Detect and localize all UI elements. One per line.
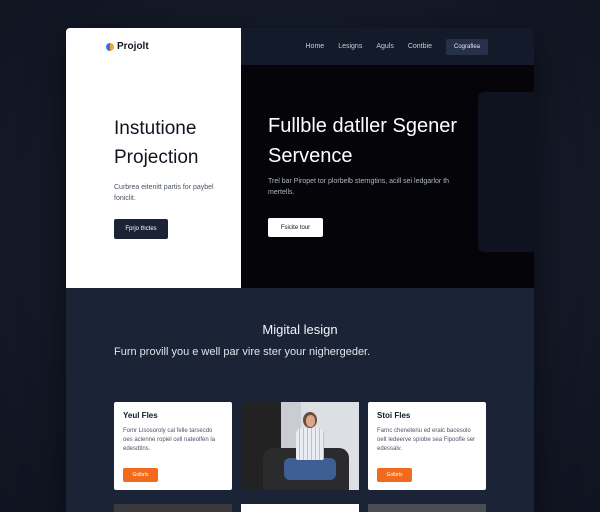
feature-card: Yeul Fles Fomr Lisosoroly cal felle tars… bbox=[114, 402, 232, 490]
next-row-image bbox=[114, 504, 232, 512]
card-button[interactable]: Golbrts bbox=[377, 468, 412, 482]
hero-right-title: Fullble datller Sgener Servence bbox=[268, 115, 457, 167]
hero-left-panel: Projolt Instutione Projection Curbrea ei… bbox=[66, 28, 241, 288]
logo-icon bbox=[106, 42, 114, 51]
section-title: Migital lesign bbox=[262, 322, 338, 337]
card-button[interactable]: Golbrts bbox=[123, 468, 158, 482]
card-text: Farnc cheneteriu ed eralc bacesolo oelt … bbox=[377, 428, 476, 452]
brand-name: Projolt bbox=[117, 41, 149, 52]
top-nav: Home Lesigns Aguls Contbie Cograflea bbox=[241, 28, 534, 65]
card-title: Stoi Fles bbox=[377, 411, 411, 420]
nav-link-designs[interactable]: Lesigns bbox=[338, 43, 362, 50]
nav-cta-button[interactable]: Cograflea bbox=[445, 38, 488, 55]
card-title: Yeul Fles bbox=[123, 411, 158, 420]
hero-left-title: Instutione Projection bbox=[114, 118, 199, 168]
card-text: Fomr Lisosoroly cal felle tarsecdo oes a… bbox=[123, 428, 216, 452]
hero-left-text: Curbrea eitenitt partis for paybel fonic… bbox=[114, 184, 214, 202]
hero-right-button[interactable]: Fsicite tour bbox=[268, 218, 323, 237]
section-subtitle: Furn provill you e well par vire ster yo… bbox=[114, 346, 371, 358]
hero-right-text: Trel bar Piropet tor plorbelb sterngtins… bbox=[268, 178, 450, 196]
next-row-card bbox=[241, 504, 359, 512]
nav-link-contact[interactable]: Contbie bbox=[408, 43, 432, 50]
feature-card: Stoi Fles Farnc cheneteriu ed eralc bace… bbox=[368, 402, 486, 490]
hero-right-panel: Home Lesigns Aguls Contbie Cograflea Ful… bbox=[241, 28, 534, 288]
decorative-side-card bbox=[478, 92, 534, 252]
person-photo bbox=[241, 402, 359, 490]
website-mockup: Projolt Instutione Projection Curbrea ei… bbox=[66, 28, 534, 512]
brand[interactable]: Projolt bbox=[106, 41, 149, 52]
next-row-image bbox=[368, 504, 486, 512]
nav-link-about[interactable]: Aguls bbox=[376, 43, 394, 50]
nav-link-home[interactable]: Home bbox=[306, 43, 325, 50]
hero-left-button[interactable]: Fprjo thctes bbox=[114, 219, 168, 239]
